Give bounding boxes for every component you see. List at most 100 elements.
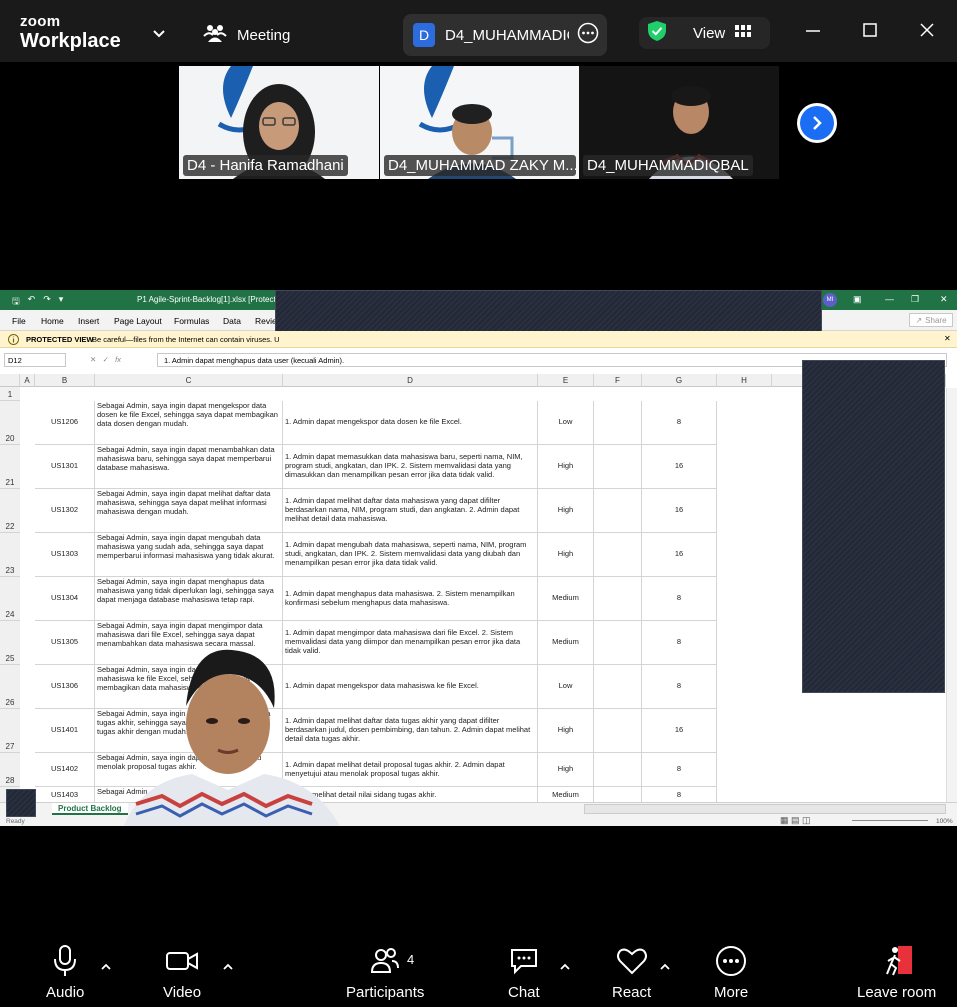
chat-button[interactable]: Chat <box>508 944 540 1001</box>
cell-empty[interactable] <box>594 489 642 533</box>
cell-priority[interactable]: High <box>538 533 594 577</box>
save-icon[interactable]: 🖫 <box>12 294 20 310</box>
row-header[interactable]: 25 <box>0 621 20 665</box>
name-box[interactable]: D12 <box>4 353 66 367</box>
cell-priority[interactable]: Medium <box>538 621 594 665</box>
cell-criteria[interactable]: 1. Admin dapat melihat daftar data mahas… <box>283 489 538 533</box>
customize-icon[interactable]: ▾ <box>59 294 64 310</box>
column-header[interactable]: A <box>20 374 35 387</box>
horizontal-scrollbar[interactable] <box>584 804 946 814</box>
row-header[interactable]: 20 <box>0 401 20 445</box>
enter-formula-icon[interactable]: ✓ <box>103 355 109 364</box>
react-button[interactable]: React <box>612 944 651 1001</box>
cell-empty[interactable] <box>594 445 642 489</box>
tab-insert[interactable]: Insert <box>78 316 99 326</box>
maximize-icon[interactable] <box>862 22 878 43</box>
cell-empty[interactable] <box>594 665 642 709</box>
chat-options-caret-icon[interactable] <box>559 958 571 976</box>
cell-priority[interactable]: High <box>538 445 594 489</box>
cell-id[interactable]: US1302 <box>35 489 95 533</box>
cell-id[interactable]: US1306 <box>35 665 95 709</box>
more-button[interactable]: More <box>714 944 748 1001</box>
column-header[interactable]: F <box>594 374 642 387</box>
cell-criteria[interactable]: 1. Admin dapat mengekspor data dosen ke … <box>283 401 538 445</box>
row-header[interactable]: 27 <box>0 709 20 753</box>
redo-icon[interactable]: ↷ <box>43 294 51 310</box>
cancel-formula-icon[interactable]: ✕ <box>90 355 96 364</box>
cell-story[interactable]: Sebagai Admin, saya ingin dapat mengeksp… <box>95 401 283 445</box>
cell-points[interactable]: 16 <box>642 709 717 753</box>
excel-minimize-icon[interactable]: — <box>885 294 894 304</box>
view-mode-icons[interactable]: ▦ ▤ ◫ <box>780 815 811 826</box>
account-avatar[interactable]: MI <box>823 293 837 307</box>
undo-icon[interactable]: ↶ <box>28 294 36 310</box>
cell-empty[interactable] <box>594 709 642 753</box>
meeting-menu-button[interactable]: Meeting <box>203 22 290 48</box>
cell-priority[interactable]: High <box>538 753 594 787</box>
video-button[interactable]: Video <box>163 944 201 1001</box>
more-options-icon[interactable] <box>577 22 599 49</box>
cell-points[interactable]: 16 <box>642 489 717 533</box>
cell-empty[interactable] <box>594 401 642 445</box>
participant-tile[interactable]: D4_MUHAMMAD ZAKY M... <box>380 66 580 179</box>
cell-id[interactable]: US1401 <box>35 709 95 753</box>
tab-page-layout[interactable]: Page Layout <box>114 316 162 326</box>
audio-options-caret-icon[interactable] <box>100 958 112 976</box>
excel-close-icon[interactable]: ✕ <box>940 294 948 305</box>
cell-points[interactable]: 16 <box>642 445 717 489</box>
row-header[interactable]: 26 <box>0 665 20 709</box>
zoom-slider[interactable] <box>852 820 928 821</box>
row-header[interactable]: 24 <box>0 577 20 621</box>
cell-id[interactable]: US1206 <box>35 401 95 445</box>
cell-id[interactable]: US1305 <box>35 621 95 665</box>
cell-points[interactable]: 8 <box>642 665 717 709</box>
ribbon-display-icon[interactable]: ▣ <box>853 294 862 305</box>
column-header[interactable]: C <box>95 374 283 387</box>
screen-share-indicator[interactable]: D D4_MUHAMMADIQBAL <box>403 14 607 56</box>
tab-formulas[interactable]: Formulas <box>174 316 209 326</box>
row-header[interactable]: 1 <box>0 387 20 401</box>
participant-tile[interactable]: D4 - Hanifa Ramadhani <box>179 66 379 179</box>
cell-priority[interactable]: High <box>538 709 594 753</box>
next-page-button[interactable] <box>797 103 837 143</box>
select-all-corner[interactable] <box>0 374 20 387</box>
minimize-icon[interactable] <box>805 22 821 43</box>
cell-points[interactable]: 8 <box>642 401 717 445</box>
tab-home[interactable]: Home <box>41 316 64 326</box>
function-icon[interactable]: fx <box>115 355 121 364</box>
protected-close-icon[interactable]: ✕ <box>944 334 951 343</box>
view-button[interactable]: View <box>639 17 770 49</box>
excel-maximize-icon[interactable]: ❐ <box>911 294 919 305</box>
cell-id[interactable]: US1301 <box>35 445 95 489</box>
cell-points[interactable]: 8 <box>642 621 717 665</box>
cell-priority[interactable]: Low <box>538 665 594 709</box>
cell-points[interactable]: 8 <box>642 753 717 787</box>
cell-priority[interactable]: Medium <box>538 577 594 621</box>
participant-tile[interactable]: D4_MUHAMMADIQBAL <box>579 66 779 179</box>
cell-story[interactable]: Sebagai Admin, saya ingin dapat menambah… <box>95 445 283 489</box>
sheet-tab-product-backlog[interactable]: Product Backlog <box>52 803 128 815</box>
cell-id[interactable]: US1304 <box>35 577 95 621</box>
column-header[interactable]: B <box>35 374 95 387</box>
column-header[interactable]: H <box>717 374 772 387</box>
chevron-down-icon[interactable] <box>152 26 166 44</box>
video-options-caret-icon[interactable] <box>222 958 234 976</box>
cell-empty[interactable] <box>594 577 642 621</box>
audio-button[interactable]: Audio <box>46 944 84 1001</box>
excel-share-button[interactable]: ↗ Share <box>909 313 953 327</box>
cell-id[interactable]: US1402 <box>35 753 95 787</box>
column-header[interactable]: G <box>642 374 717 387</box>
cell-points[interactable]: 8 <box>642 577 717 621</box>
row-header[interactable]: 23 <box>0 533 20 577</box>
vertical-scrollbar[interactable] <box>946 388 957 802</box>
react-options-caret-icon[interactable] <box>659 958 671 976</box>
tab-data[interactable]: Data <box>223 316 241 326</box>
cell-priority[interactable]: High <box>538 489 594 533</box>
cell-empty[interactable] <box>594 753 642 787</box>
cell-story[interactable]: Sebagai Admin, saya ingin dapat menghapu… <box>95 577 283 621</box>
cell-empty[interactable] <box>594 533 642 577</box>
leave-room-button[interactable]: Leave room <box>857 944 936 1001</box>
cell-id[interactable]: US1303 <box>35 533 95 577</box>
cell-criteria[interactable]: 1. Admin dapat menghapus data mahasiswa.… <box>283 577 538 621</box>
row-header[interactable]: 21 <box>0 445 20 489</box>
